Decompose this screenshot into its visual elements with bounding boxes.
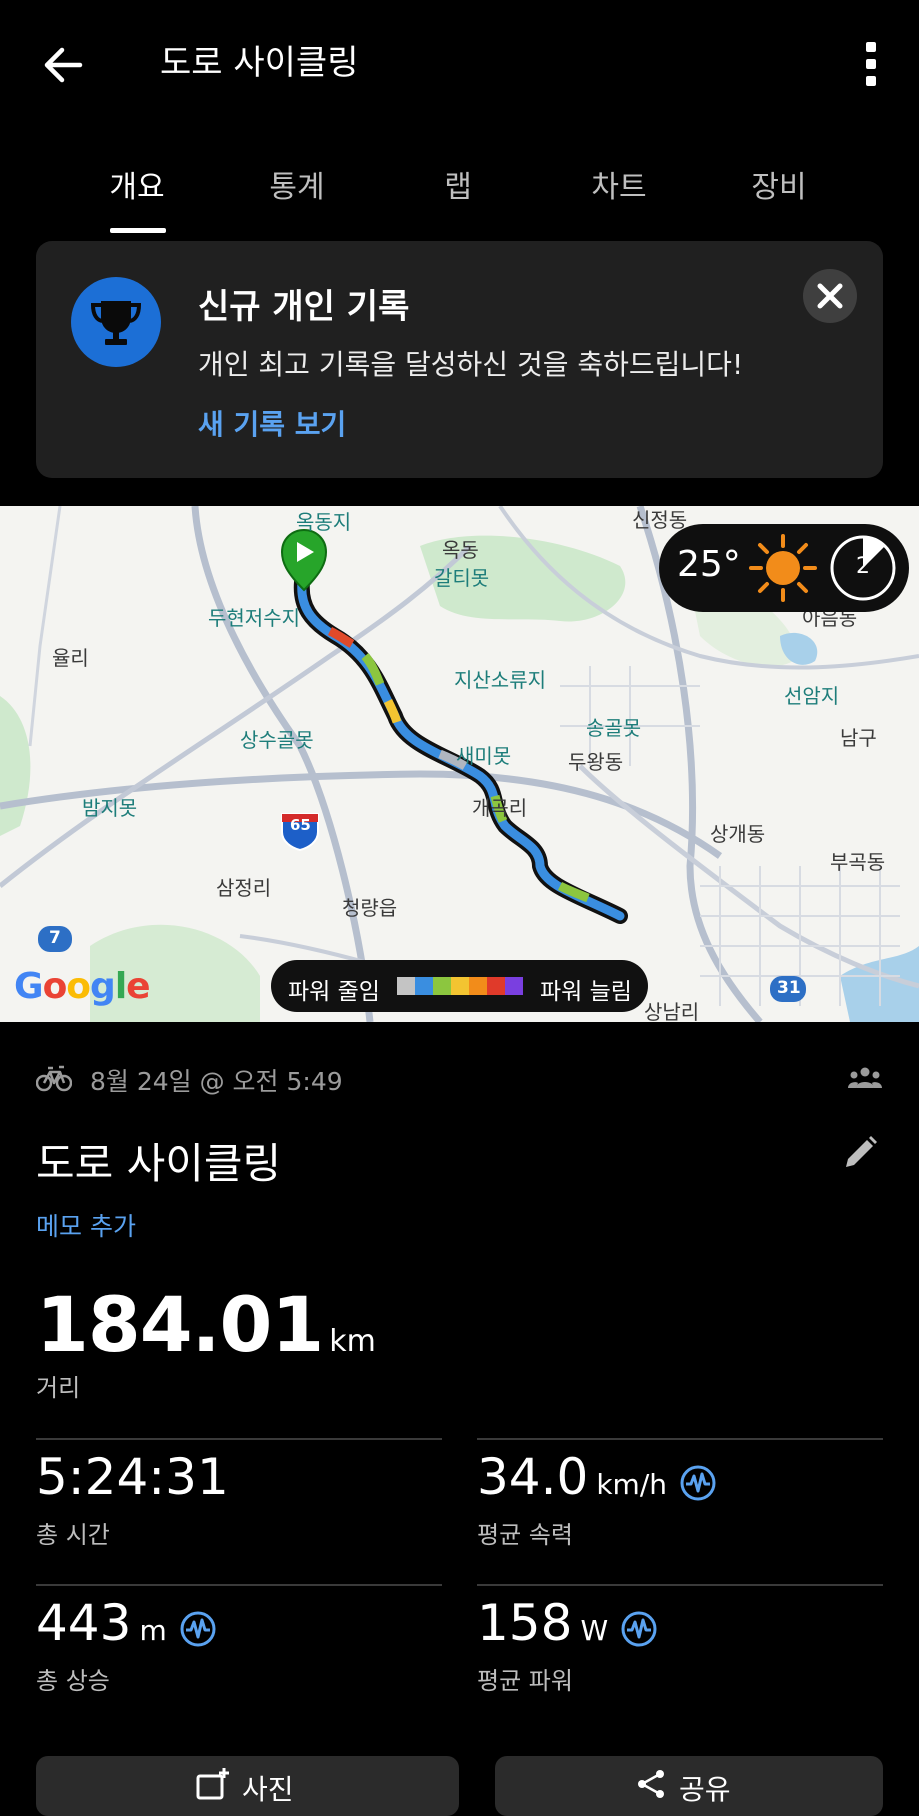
route-shield-label: 7 bbox=[49, 928, 61, 948]
bicycle-icon bbox=[35, 1064, 73, 1092]
tab-laps[interactable]: 랩 bbox=[398, 162, 518, 206]
legend-high-label: 파워 늘림 bbox=[540, 979, 632, 1005]
distance-number: 184.01 bbox=[36, 1280, 324, 1369]
divider bbox=[477, 1584, 883, 1586]
map-label: 옥동지 bbox=[296, 510, 352, 534]
map-label: 남구 bbox=[840, 726, 877, 750]
tab-overview[interactable]: 개요 bbox=[77, 162, 197, 206]
view-new-record-link[interactable]: 새 기록 보기 bbox=[198, 403, 346, 443]
activity-meta: 8월 24일 @ 오전 5:49 bbox=[35, 1060, 883, 1100]
highway-shield-label: 65 bbox=[290, 816, 311, 834]
tab-charts[interactable]: 차트 bbox=[559, 162, 679, 206]
tab-stats[interactable]: 통계 bbox=[237, 162, 357, 206]
avg-power-unit: W bbox=[580, 1614, 609, 1647]
route-shield-label: 31 bbox=[777, 978, 801, 998]
map-label: 선암지 bbox=[784, 684, 840, 708]
top-app-bar: 도로 사이클링 bbox=[0, 0, 919, 125]
trophy-icon bbox=[71, 277, 161, 367]
avg-power-value: 158 W bbox=[477, 1594, 658, 1652]
map-label: 상수골못 bbox=[240, 728, 314, 752]
total-time-value: 5:24:31 bbox=[36, 1448, 229, 1506]
avg-speed-value: 34.0 km/h bbox=[477, 1448, 717, 1506]
page-title: 도로 사이클링 bbox=[160, 43, 359, 83]
total-ascent-value: 443 m bbox=[36, 1594, 217, 1652]
sun-icon bbox=[749, 534, 817, 602]
share-icon bbox=[635, 1768, 667, 1800]
total-ascent-number: 443 bbox=[36, 1594, 132, 1652]
avg-power-label: 평균 파워 bbox=[477, 1667, 573, 1695]
map-label: 상개동 bbox=[710, 822, 766, 846]
map-label: 율리 bbox=[52, 646, 89, 670]
map-label: 청량읍 bbox=[342, 896, 398, 920]
distance-unit: km bbox=[329, 1324, 376, 1359]
total-time-label: 총 시간 bbox=[36, 1521, 110, 1549]
google-logo: Google bbox=[14, 966, 151, 1007]
total-ascent-label: 총 상승 bbox=[36, 1667, 110, 1695]
more-options-icon[interactable] bbox=[856, 38, 886, 88]
pulse-icon[interactable] bbox=[620, 1602, 658, 1646]
map-label: 삼정리 bbox=[216, 876, 272, 900]
edit-pencil-icon[interactable] bbox=[840, 1133, 880, 1173]
avg-speed-unit: km/h bbox=[596, 1468, 667, 1501]
legend-low-label: 파워 줄임 bbox=[288, 979, 380, 1005]
personal-record-card: 신규 개인 기록 개인 최고 기록을 달성하신 것을 축하드립니다! 새 기록 … bbox=[36, 241, 883, 478]
record-message: 개인 최고 기록을 달성하신 것을 축하드립니다! bbox=[198, 348, 744, 381]
close-icon[interactable] bbox=[803, 269, 857, 323]
route-map[interactable]: 옥동지 신정동 옥동 갈티못 두현저수지 아음동 율리 지산소류지 선암지 송골… bbox=[0, 506, 919, 1022]
avg-speed-number: 34.0 bbox=[477, 1448, 589, 1506]
map-label: 옥동 bbox=[442, 538, 479, 562]
distance-value: 184.01 km bbox=[36, 1280, 376, 1369]
add-photo-button[interactable]: 사진 bbox=[36, 1756, 459, 1816]
share-label: 공유 bbox=[679, 1773, 731, 1806]
map-label: 두현저수지 bbox=[208, 606, 300, 630]
share-button[interactable]: 공유 bbox=[495, 1756, 883, 1816]
tab-bar: 개요 통계 랩 차트 장비 bbox=[0, 150, 919, 233]
back-arrow-icon[interactable] bbox=[36, 38, 90, 92]
add-photo-icon bbox=[196, 1766, 230, 1800]
map-label: 개곡리 bbox=[472, 796, 528, 820]
group-icon[interactable] bbox=[848, 1066, 882, 1090]
map-label: 밤지못 bbox=[82, 796, 138, 820]
divider bbox=[36, 1584, 442, 1586]
map-label: 지산소류지 bbox=[454, 668, 546, 692]
pulse-icon[interactable] bbox=[679, 1456, 717, 1500]
total-ascent-unit: m bbox=[139, 1614, 167, 1647]
add-photo-label: 사진 bbox=[242, 1773, 294, 1806]
wind-gauge-icon: 2 bbox=[829, 534, 897, 602]
tab-gear[interactable]: 장비 bbox=[719, 162, 839, 206]
map-label: 새미못 bbox=[456, 744, 512, 768]
map-label: 갈티못 bbox=[434, 566, 490, 590]
total-time-number: 5:24:31 bbox=[36, 1448, 229, 1506]
avg-speed-label: 평균 속력 bbox=[477, 1521, 573, 1549]
map-label: 부곡동 bbox=[830, 850, 886, 874]
map-label: 상남리 bbox=[644, 1000, 700, 1022]
activity-date: 8월 24일 @ 오전 5:49 bbox=[90, 1067, 343, 1096]
wind-level: 2 bbox=[856, 554, 870, 579]
avg-power-number: 158 bbox=[477, 1594, 573, 1652]
divider bbox=[36, 1438, 442, 1440]
add-memo-link[interactable]: 메모 추가 bbox=[36, 1207, 136, 1243]
map-label: 신정동 bbox=[632, 508, 688, 532]
weather-badge: 25° 2 bbox=[659, 524, 909, 612]
tab-indicator bbox=[110, 228, 166, 233]
map-label: 두왕동 bbox=[568, 750, 624, 774]
power-color-scale bbox=[397, 977, 523, 995]
power-legend: 파워 줄임 파워 늘림 bbox=[271, 960, 648, 1012]
pulse-icon[interactable] bbox=[179, 1602, 217, 1646]
temperature: 25° bbox=[677, 544, 741, 585]
record-title: 신규 개인 기록 bbox=[198, 287, 410, 327]
activity-title: 도로 사이클링 bbox=[36, 1139, 282, 1188]
map-label: 송골못 bbox=[586, 716, 642, 740]
divider bbox=[477, 1438, 883, 1440]
distance-label: 거리 bbox=[36, 1374, 81, 1402]
